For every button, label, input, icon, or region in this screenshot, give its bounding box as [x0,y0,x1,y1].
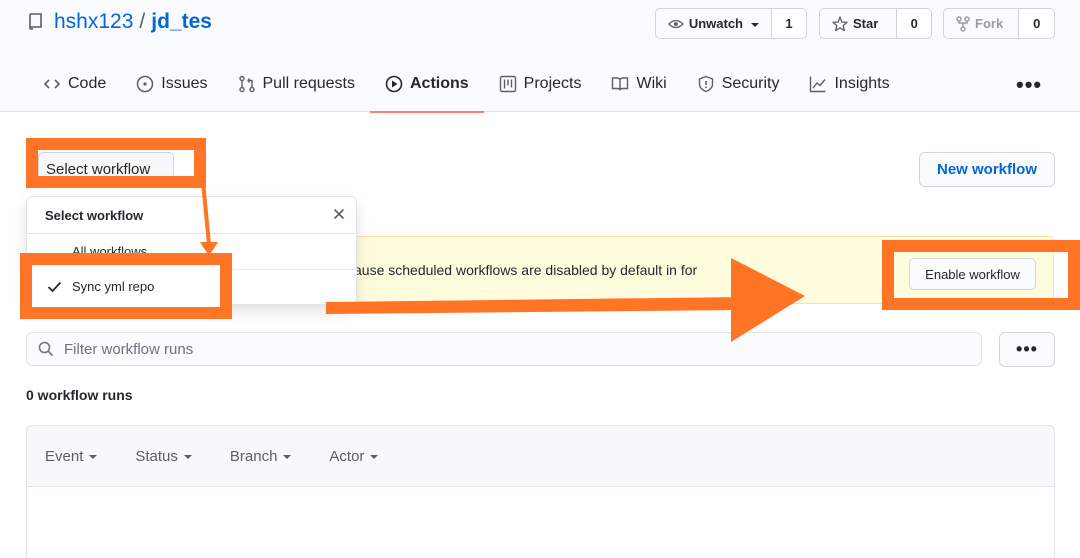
arrow-down [200,181,218,256]
annotation-arrows [200,181,805,342]
arrow-right [326,258,805,342]
